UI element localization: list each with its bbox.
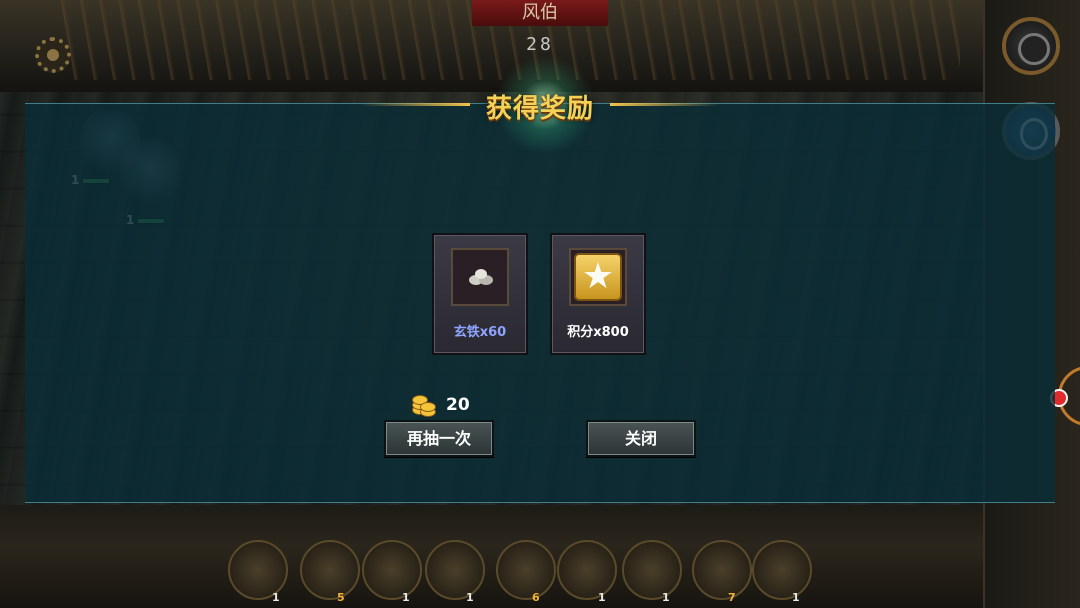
reward-title: 获得奖励 [485,94,594,124]
reward-icon-box [451,248,509,306]
iron-ore-icon [469,269,493,285]
reward-card: ★ 积分x800 [550,233,646,355]
slot-count: 6 [532,591,540,604]
slot-count: 1 [598,591,606,604]
hourglass-slot[interactable] [692,540,752,600]
reward-label: 积分x800 [567,325,629,340]
reward-overlay [25,103,1055,503]
slot-count: 1 [402,591,410,604]
slot-count: 1 [466,591,474,604]
unit-slot[interactable] [752,540,812,600]
unit-slot[interactable] [425,540,485,600]
unit-slot[interactable] [362,540,422,600]
star-points-icon: ★ [574,253,622,301]
gold-coins-icon [410,391,436,417]
hourglass-slot[interactable] [496,540,556,600]
draw-cost: 20 [446,395,470,415]
slot-count: 1 [662,591,670,604]
draw-again-button[interactable]: 再抽一次 [384,420,494,457]
slot-count: 1 [272,591,280,604]
unit-slot[interactable] [622,540,682,600]
reward-icon-box: ★ [569,248,627,306]
unit-slot[interactable] [557,540,617,600]
close-button[interactable]: 关闭 [586,420,696,457]
slot-count: 5 [337,591,345,604]
shield-icon [1018,33,1050,65]
slot-count: 7 [728,591,736,604]
reward-label: 玄铁x60 [453,325,507,340]
turn-timer: 28 [526,34,554,55]
shield-skill-button[interactable] [1002,17,1060,75]
slot-count: 1 [792,591,800,604]
hourglass-slot[interactable] [300,540,360,600]
game-scene: 风伯 28 1 1 1 5 1 1 6 1 1 7 1 获得奖励 [0,0,1080,608]
opponent-name: 风伯 [472,0,608,26]
reward-card: 玄铁x60 [432,233,528,355]
settings-gear-icon[interactable] [35,37,71,73]
